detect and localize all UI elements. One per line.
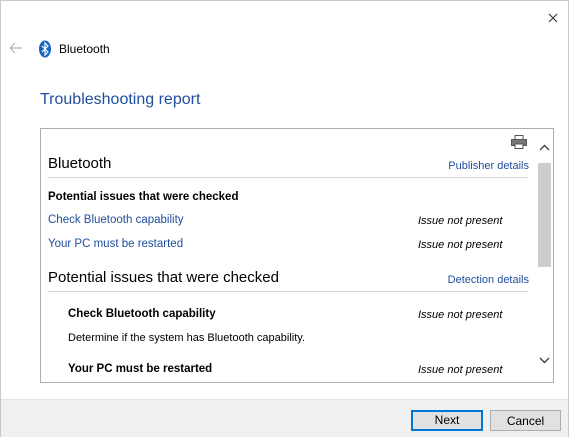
status-text: Issue not present — [418, 364, 503, 376]
close-icon — [548, 13, 558, 23]
chevron-up-icon — [539, 144, 550, 151]
detail-title: Check Bluetooth capability — [68, 308, 216, 320]
scroll-up-button[interactable] — [536, 141, 553, 155]
status-text: Issue not present — [418, 309, 503, 321]
detection-details-link[interactable]: Detection details — [448, 274, 529, 286]
section-title-bluetooth: Bluetooth — [48, 155, 112, 172]
chevron-down-icon — [539, 357, 550, 364]
detail-title: Your PC must be restarted — [68, 363, 213, 375]
printer-icon — [511, 135, 527, 149]
status-text: Issue not present — [418, 239, 503, 251]
vertical-scrollbar[interactable] — [536, 129, 553, 382]
page-title: Troubleshooting report — [40, 91, 201, 108]
checked-heading: Potential issues that were checked — [48, 191, 239, 203]
print-button[interactable] — [511, 135, 527, 149]
cancel-button[interactable]: Cancel — [490, 410, 561, 431]
check-bluetooth-link[interactable]: Check Bluetooth capability — [48, 214, 184, 226]
divider — [48, 177, 528, 178]
scroll-down-button[interactable] — [536, 353, 553, 367]
back-arrow-icon — [9, 42, 22, 54]
divider — [48, 291, 528, 292]
section-title-issues: Potential issues that were checked — [48, 269, 279, 286]
bluetooth-icon — [38, 40, 52, 58]
footer-bar: Next Cancel — [1, 399, 568, 437]
status-text: Issue not present — [418, 215, 503, 227]
publisher-details-link[interactable]: Publisher details — [448, 160, 529, 172]
scroll-thumb[interactable] — [538, 163, 551, 267]
close-button[interactable] — [543, 8, 563, 28]
restart-pc-link[interactable]: Your PC must be restarted — [48, 238, 183, 250]
detail-description: Determine if the system has Bluetooth ca… — [68, 332, 306, 344]
next-button[interactable]: Next — [411, 410, 483, 431]
back-button[interactable] — [7, 38, 25, 58]
app-title: Bluetooth — [59, 42, 110, 56]
report-panel: Bluetooth Publisher details Potential is… — [40, 128, 554, 383]
